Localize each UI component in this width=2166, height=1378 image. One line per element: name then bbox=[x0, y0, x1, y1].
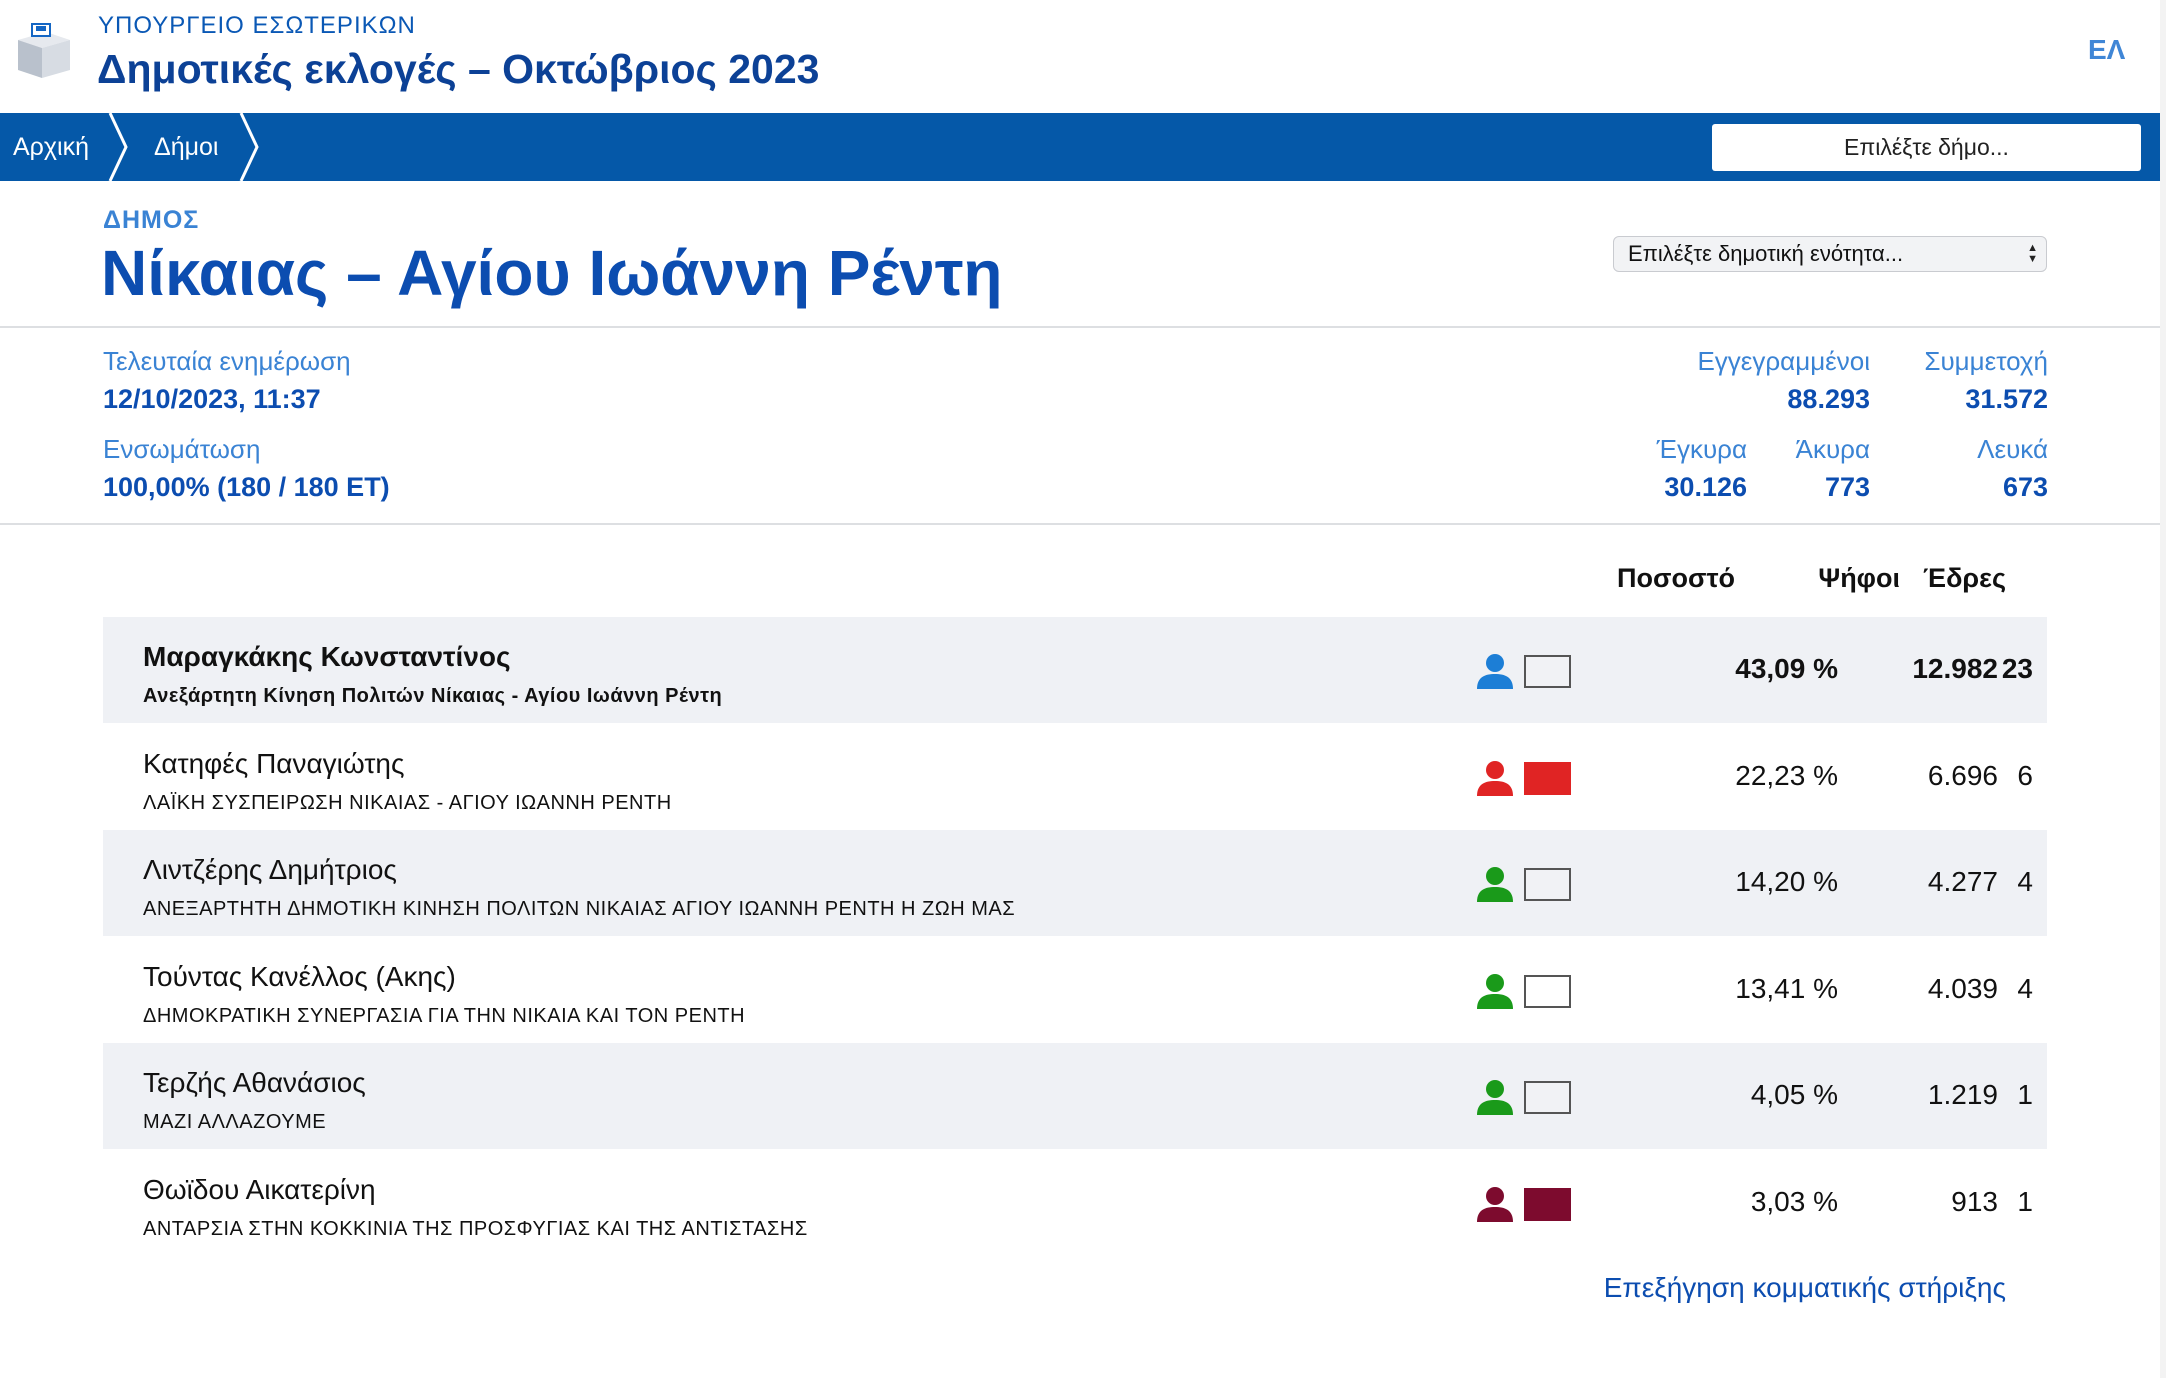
site-header: ΥΠΟΥΡΓΕΙΟ ΕΣΩΤΕΡΙΚΩΝ Δημοτικές εκλογές –… bbox=[0, 0, 2160, 113]
integration-label: Ενσωμάτωση bbox=[103, 434, 261, 464]
candidate-name: Τούντας Κανέλλος (Ακης) bbox=[143, 961, 456, 992]
municipal-unit-select[interactable]: Επιλέξτε δημοτική ενότητα... ▲ ▼ bbox=[1613, 236, 2047, 272]
ballot-box-icon bbox=[18, 23, 70, 78]
party-flag-icon bbox=[1524, 868, 1571, 901]
registered-label: Εγγεγραμμένοι bbox=[1697, 346, 1870, 376]
party-flag-icon bbox=[1524, 655, 1571, 688]
column-header-votes: Ψήφοι bbox=[1818, 563, 1900, 593]
party-name: ΛΑΪΚΗ ΣΥΣΠΕΙΡΩΣΗ ΝΙΚΑΙΑΣ - ΑΓΙΟΥ ΙΩΑΝΝΗ … bbox=[143, 792, 672, 814]
party-flag-icon bbox=[1524, 762, 1571, 795]
municipality-select[interactable]: Επιλέξτε δήμο... bbox=[1712, 124, 2141, 171]
ministry-name: ΥΠΟΥΡΓΕΙΟ ΕΣΩΤΕΡΙΚΩΝ bbox=[98, 12, 416, 39]
candidate-name: Κατηφές Παναγιώτης bbox=[143, 748, 405, 779]
table-row[interactable]: Θωϊδου Αικατερίνη ΑΝΤΑΡΣΙΑ ΣΤΗΝ ΚΟΚΚΙΝΙΑ … bbox=[103, 1150, 2047, 1256]
person-icon bbox=[1477, 867, 1513, 902]
select-arrows-icon: ▲ ▼ bbox=[2027, 242, 2038, 265]
candidate-name: Τερζής Αθανάσιος bbox=[143, 1067, 366, 1098]
seats-value: 6 bbox=[2017, 760, 2033, 791]
seats-value: 1 bbox=[2017, 1186, 2033, 1217]
last-update-label: Τελευταία ενημέρωση bbox=[103, 346, 351, 376]
candidate-name: Λιντζέρης Δημήτριος bbox=[143, 854, 397, 885]
registered-value: 88.293 bbox=[1787, 384, 1870, 414]
party-flag-icon bbox=[1524, 1188, 1571, 1221]
column-header-percent: Ποσοστό bbox=[1617, 563, 1735, 593]
seats-value: 1 bbox=[2017, 1079, 2033, 1110]
party-support-explanation-link[interactable]: Επεξήγηση κομματικής στήριξης bbox=[1400, 1272, 2006, 1304]
column-header-seats: Έδρες bbox=[1923, 563, 2006, 593]
person-icon bbox=[1477, 1187, 1513, 1222]
person-icon bbox=[1477, 654, 1513, 689]
person-icon bbox=[1477, 761, 1513, 796]
municipality-label: ΔΗΜΟΣ bbox=[103, 206, 200, 234]
party-name: ΑΝΤΑΡΣΙΑ ΣΤΗΝ ΚΟΚΚΙΝΙΑ ΤΗΣ ΠΡΟΣΦΥΓΙΑΣ ΚΑ… bbox=[143, 1218, 808, 1240]
chevron-right-icon bbox=[239, 113, 259, 181]
seats-value: 4 bbox=[2017, 973, 2033, 1004]
party-name: Ανεξάρτητη Κίνηση Πολιτών Νίκαιας - Αγίο… bbox=[143, 685, 723, 707]
valid-label: Έγκυρα bbox=[1656, 434, 1747, 464]
seats-value: 23 bbox=[2001, 653, 2033, 684]
table-row[interactable]: Μαραγκάκης Κωνσταντίνος Ανεξάρτητη Κίνηση… bbox=[103, 617, 2047, 723]
party-name: ΔΗΜΟΚΡΑΤΙΚΗ ΣΥΝΕΡΓΑΣΙΑ ΓΙΑ ΤΗΝ ΝΙΚΑΙΑ ΚΑ… bbox=[143, 1005, 746, 1027]
person-icon bbox=[1477, 974, 1513, 1009]
turnout-label: Συμμετοχή bbox=[1924, 346, 2048, 376]
page-title: Δημοτικές εκλογές – Οκτώβριος 2023 bbox=[97, 46, 820, 92]
divider bbox=[0, 326, 2160, 328]
municipality-name: Νίκαιας – Αγίου Ιωάννη Ρέντη bbox=[101, 237, 1003, 309]
language-switch[interactable]: ΕΛ bbox=[2088, 34, 2125, 66]
person-icon bbox=[1477, 1080, 1513, 1115]
blank-value: 673 bbox=[2002, 472, 2048, 502]
invalid-value: 773 bbox=[1824, 472, 1870, 502]
table-row[interactable]: Τερζής Αθανάσιος ΜΑΖΙ ΑΛΛΑΖΟΥΜΕ 4,05 % 1.21… bbox=[103, 1043, 2047, 1149]
table-row[interactable]: Κατηφές Παναγιώτης ΛΑΪΚΗ ΣΥΣΠΕΙΡΩΣΗ ΝΙΚΑΙ… bbox=[103, 724, 2047, 830]
valid-value: 30.126 bbox=[1664, 472, 1747, 502]
divider bbox=[0, 523, 2160, 525]
candidate-name: Θωϊδου Αικατερίνη bbox=[143, 1174, 376, 1205]
table-row[interactable]: Λιντζέρης Δημήτριος ΑΝΕΞΑΡΤΗΤΗ ΔΗΜΟΤΙΚΗ Κ… bbox=[103, 830, 2047, 936]
party-name: ΜΑΖΙ ΑΛΛΑΖΟΥΜΕ bbox=[143, 1111, 327, 1133]
breadcrumb-home[interactable]: Αρχική bbox=[13, 113, 89, 181]
municipal-unit-select-label: Επιλέξτε δημοτική ενότητα... bbox=[1628, 241, 1904, 266]
invalid-label: Άκυρα bbox=[1795, 434, 1870, 464]
breadcrumb-municipalities[interactable]: Δήμοι bbox=[154, 113, 218, 181]
chevron-right-icon bbox=[108, 113, 128, 181]
candidate-name: Μαραγκάκης Κωνσταντίνος bbox=[143, 641, 511, 672]
turnout-value: 31.572 bbox=[1965, 384, 2048, 414]
table-row[interactable]: Τούντας Κανέλλος (Ακης) ΔΗΜΟΚΡΑΤΙΚΗ ΣΥΝΕΡ… bbox=[103, 937, 2047, 1043]
party-name: ΑΝΕΞΑΡΤΗΤΗ ΔΗΜΟΤΙΚΗ ΚΙΝΗΣΗ ΠΟΛΙΤΩΝ ΝΙΚΑΙ… bbox=[143, 898, 1016, 920]
page-right-edge bbox=[2160, 0, 2166, 1378]
party-flag-icon bbox=[1524, 975, 1571, 1008]
blank-label: Λευκά bbox=[1977, 434, 2048, 464]
last-update-value: 12/10/2023, 11:37 bbox=[103, 384, 321, 414]
integration-value: 100,00% (180 / 180 ΕΤ) bbox=[103, 472, 390, 502]
seats-value: 4 bbox=[2017, 866, 2033, 897]
party-flag-icon bbox=[1524, 1081, 1571, 1114]
